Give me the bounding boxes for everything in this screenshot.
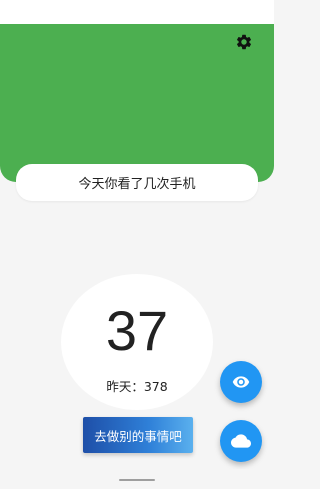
today-count: 37 [105,299,169,362]
header-banner [0,24,274,182]
gear-icon [236,34,252,50]
headline-text: 今天你看了几次手机 [78,177,196,192]
do-something-else-button[interactable]: 去做别的事情吧 [83,417,193,453]
cloud-fab-button[interactable] [220,420,262,462]
headline-card: 今天你看了几次手机 [16,164,258,201]
eye-icon [232,376,250,388]
home-indicator[interactable] [119,479,155,481]
status-bar [0,0,274,24]
eye-fab-button[interactable] [220,361,262,403]
do-something-else-label: 去做别的事情吧 [94,429,182,444]
settings-button[interactable] [234,32,254,52]
cloud-icon [231,434,251,448]
